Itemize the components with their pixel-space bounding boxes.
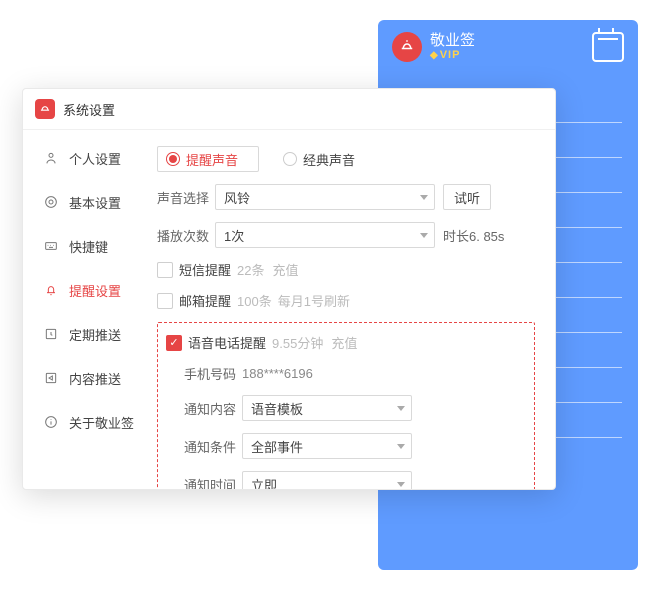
settings-window: 系统设置 个人设置 基本设置 快捷键 提醒设置 定期推送 bbox=[22, 88, 556, 490]
vip-badge: VIP bbox=[430, 49, 592, 61]
send-icon bbox=[43, 370, 59, 386]
settings-main: 提醒声音 经典声音 声音选择 风铃 试听 播放次数 1次 时长6. 85s 短信… bbox=[153, 130, 555, 489]
voice-call-section: 语音电话提醒 9.55分钟 充值 手机号码 188****6196 通知内容 语… bbox=[157, 322, 535, 489]
keyboard-icon bbox=[43, 238, 59, 254]
sms-count: 22条 bbox=[237, 260, 264, 279]
sidebar-label: 个人设置 bbox=[69, 149, 121, 168]
bell-icon bbox=[43, 282, 59, 298]
clock-icon bbox=[43, 326, 59, 342]
settings-sidebar: 个人设置 基本设置 快捷键 提醒设置 定期推送 内容推送 bbox=[23, 130, 153, 489]
window-title: 系统设置 bbox=[63, 100, 115, 119]
voice-label: 语音电话提醒 bbox=[188, 333, 266, 352]
sidebar-item-schedule[interactable]: 定期推送 bbox=[23, 312, 153, 356]
phone-number-label: 手机号码 bbox=[184, 364, 242, 383]
phone-number-value: 188****6196 bbox=[242, 366, 313, 381]
condition-select[interactable]: 全部事件 bbox=[242, 433, 412, 459]
time-label: 通知时间 bbox=[184, 475, 242, 490]
preview-button[interactable]: 试听 bbox=[443, 184, 491, 210]
play-count-label: 播放次数 bbox=[157, 226, 215, 245]
sidebar-item-content-push[interactable]: 内容推送 bbox=[23, 356, 153, 400]
info-icon bbox=[43, 414, 59, 430]
sound-select[interactable]: 风铃 bbox=[215, 184, 435, 210]
sound-select-label: 声音选择 bbox=[157, 188, 215, 207]
sidebar-item-shortcut[interactable]: 快捷键 bbox=[23, 224, 153, 268]
email-count: 100条 bbox=[237, 291, 272, 310]
condition-label: 通知条件 bbox=[184, 437, 242, 456]
content-select[interactable]: 语音模板 bbox=[242, 395, 412, 421]
play-count-select[interactable]: 1次 bbox=[215, 222, 435, 248]
sidebar-label: 快捷键 bbox=[69, 237, 108, 256]
sidebar-label: 内容推送 bbox=[69, 369, 121, 388]
sidebar-item-basic[interactable]: 基本设置 bbox=[23, 180, 153, 224]
radio-reminder-sound[interactable]: 提醒声音 bbox=[157, 146, 259, 172]
gear-icon bbox=[43, 194, 59, 210]
sidebar-label: 基本设置 bbox=[69, 193, 121, 212]
app-logo-icon bbox=[392, 32, 422, 62]
person-icon bbox=[43, 150, 59, 166]
email-refresh: 每月1号刷新 bbox=[278, 291, 350, 310]
sms-label: 短信提醒 bbox=[179, 260, 231, 279]
email-label: 邮箱提醒 bbox=[179, 291, 231, 310]
sidebar-label: 关于敬业签 bbox=[69, 413, 134, 432]
calendar-icon[interactable] bbox=[592, 32, 624, 62]
window-logo-icon bbox=[35, 99, 55, 119]
content-label: 通知内容 bbox=[184, 399, 242, 418]
email-checkbox[interactable] bbox=[157, 293, 173, 309]
sms-checkbox[interactable] bbox=[157, 262, 173, 278]
duration-note: 时长6. 85s bbox=[443, 226, 504, 245]
sidebar-label: 提醒设置 bbox=[69, 281, 121, 300]
mobile-header: 敬业签 VIP bbox=[378, 20, 638, 70]
sms-recharge-link[interactable]: 充值 bbox=[272, 260, 298, 279]
window-titlebar: 系统设置 bbox=[23, 89, 555, 130]
sidebar-item-about[interactable]: 关于敬业签 bbox=[23, 400, 153, 444]
radio-classic-sound[interactable]: 经典声音 bbox=[283, 150, 355, 169]
voice-checkbox[interactable] bbox=[166, 335, 182, 351]
time-select[interactable]: 立即 bbox=[242, 471, 412, 489]
sidebar-label: 定期推送 bbox=[69, 325, 121, 344]
app-name: 敬业签 bbox=[430, 33, 592, 49]
sidebar-item-reminder[interactable]: 提醒设置 bbox=[23, 268, 153, 312]
voice-minutes: 9.55分钟 bbox=[272, 333, 323, 352]
sidebar-item-profile[interactable]: 个人设置 bbox=[23, 136, 153, 180]
voice-recharge-link[interactable]: 充值 bbox=[331, 333, 357, 352]
